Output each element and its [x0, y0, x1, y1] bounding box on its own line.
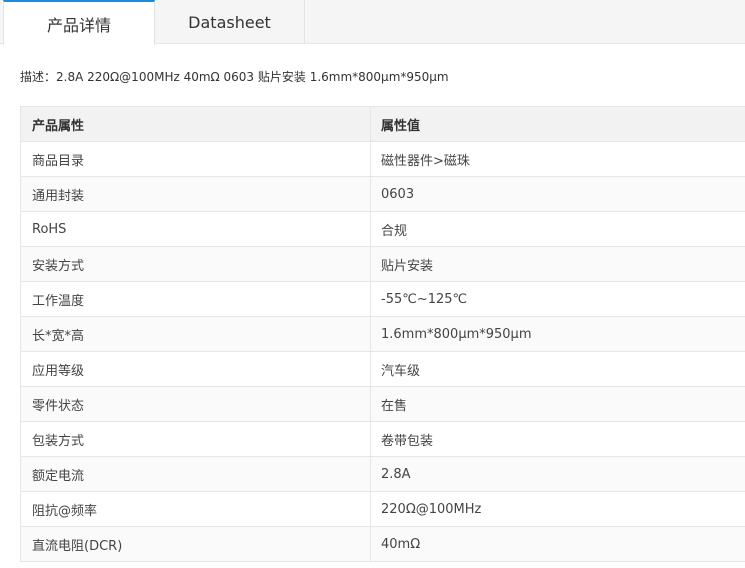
header-attribute: 产品属性 [21, 107, 371, 141]
attribute-key: 零件状态 [21, 387, 371, 421]
table-row: 工作温度 -55℃~125℃ [21, 282, 745, 317]
table-row: 包装方式 卷带包装 [21, 422, 745, 457]
attribute-value: 40mΩ [381, 536, 421, 552]
attribute-value: 220Ω@100MHz [381, 501, 482, 517]
attribute-value: 在售 [381, 398, 408, 414]
attribute-value: 磁性器件>磁珠 [381, 153, 470, 169]
table-row: 安装方式 贴片安装 [21, 247, 745, 282]
attribute-key: 工作温度 [21, 282, 371, 316]
attribute-value: 汽车级 [381, 363, 421, 379]
attribute-value: -55℃~125℃ [381, 291, 468, 307]
attribute-value: 贴片安装 [381, 258, 434, 274]
attribute-value: 卷带包装 [381, 433, 434, 449]
attribute-value: 合规 [381, 223, 408, 239]
product-description: 描述：2.8A 220Ω@100MHz 40mΩ 0603 贴片安装 1.6mm… [20, 70, 449, 84]
table-row: 零件状态 在售 [21, 387, 745, 422]
attribute-key: 包装方式 [21, 422, 371, 456]
attribute-key: 阻抗@频率 [21, 492, 371, 526]
attribute-key: 通用封装 [21, 177, 371, 211]
table-row: RoHS 合规 [21, 212, 745, 247]
attribute-value: 2.8A [381, 466, 411, 482]
attribute-key: 应用等级 [21, 352, 371, 386]
table-row: 额定电流 2.8A [21, 457, 745, 492]
attribute-key: 长*宽*高 [21, 317, 371, 351]
tab-product-details[interactable]: 产品详情 [3, 0, 155, 45]
table-row: 直流电阻(DCR) 40mΩ [21, 527, 745, 562]
header-value: 属性值 [381, 118, 421, 134]
attribute-key: 直流电阻(DCR) [21, 527, 371, 561]
table-row: 阻抗@频率 220Ω@100MHz [21, 492, 745, 527]
attribute-key: RoHS [21, 212, 371, 246]
table-row: 应用等级 汽车级 [21, 352, 745, 387]
attribute-value: 1.6mm*800µm*950µm [381, 326, 532, 342]
tab-bar: 产品详情 Datasheet [0, 0, 745, 45]
attribute-value: 0603 [381, 186, 415, 202]
attribute-key: 商品目录 [21, 142, 371, 176]
attribute-table: 产品属性 属性值 商品目录 磁性器件>磁珠 通用封装 0603 RoHS 合规 … [20, 106, 745, 562]
table-row: 通用封装 0603 [21, 177, 745, 212]
tab-datasheet[interactable]: Datasheet [155, 0, 305, 44]
table-header-row: 产品属性 属性值 [21, 107, 745, 142]
table-row: 商品目录 磁性器件>磁珠 [21, 142, 745, 177]
table-row: 长*宽*高 1.6mm*800µm*950µm [21, 317, 745, 352]
attribute-key: 安装方式 [21, 247, 371, 281]
attribute-key: 额定电流 [21, 457, 371, 491]
